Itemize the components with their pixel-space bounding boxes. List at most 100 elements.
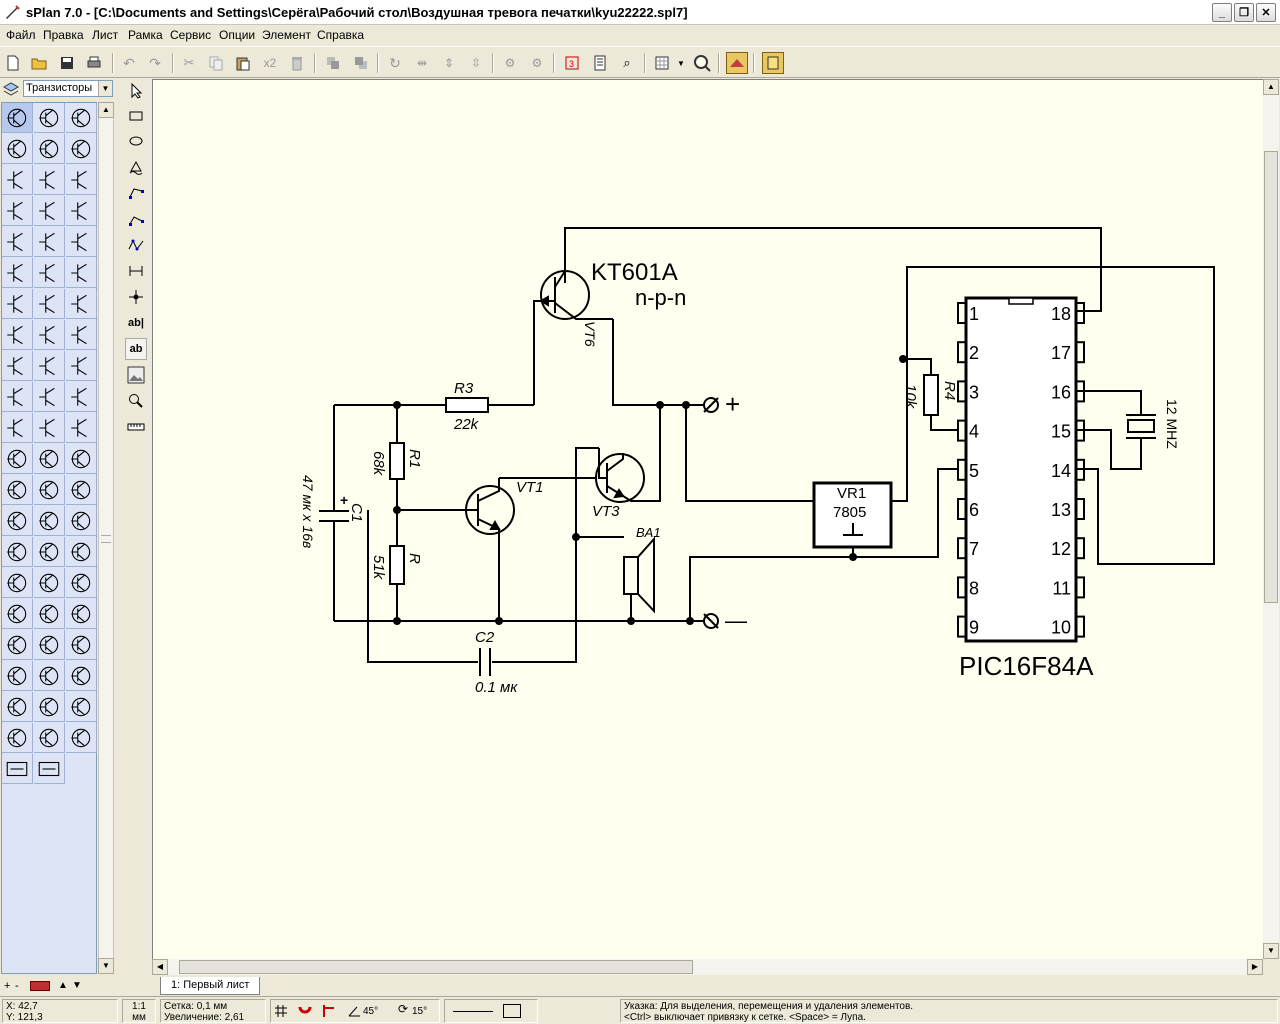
bezier-tool[interactable] bbox=[125, 182, 147, 204]
component-cell[interactable] bbox=[66, 413, 97, 443]
grid-snap-icon[interactable] bbox=[274, 1004, 288, 1018]
mirror-h-button[interactable]: ⇹ bbox=[411, 52, 433, 74]
text-tool[interactable]: ab| bbox=[125, 312, 147, 334]
resistor-r1[interactable] bbox=[389, 442, 405, 480]
component-cell[interactable] bbox=[66, 103, 97, 133]
crystal-12mhz[interactable] bbox=[1126, 414, 1156, 439]
component-cell[interactable] bbox=[2, 754, 33, 784]
ruler-tool[interactable] bbox=[125, 416, 147, 438]
component-cell[interactable] bbox=[66, 661, 97, 691]
cut-button[interactable]: ✂ bbox=[178, 52, 200, 74]
component-cell[interactable] bbox=[2, 568, 33, 598]
component-cell[interactable] bbox=[34, 661, 65, 691]
scroll-left-arrow-icon[interactable]: ◀ bbox=[152, 959, 168, 975]
multiply-button[interactable]: x2 bbox=[259, 52, 281, 74]
delete-button[interactable] bbox=[286, 52, 308, 74]
horizontal-scroll-thumb[interactable] bbox=[179, 960, 693, 974]
component-cell[interactable] bbox=[34, 537, 65, 567]
bring-front-button[interactable] bbox=[322, 52, 344, 74]
speaker-ba1[interactable] bbox=[623, 536, 655, 614]
group-button[interactable]: ⚙ bbox=[499, 52, 521, 74]
component-cell[interactable] bbox=[66, 196, 97, 226]
mirror-v-button[interactable]: ⇕ bbox=[438, 52, 460, 74]
resistor-r3[interactable] bbox=[445, 397, 489, 413]
copy-button[interactable] bbox=[205, 52, 227, 74]
component-cell[interactable] bbox=[34, 630, 65, 660]
component-cell[interactable] bbox=[34, 289, 65, 319]
junction-tool[interactable] bbox=[125, 286, 147, 308]
capacitor-c1[interactable] bbox=[319, 510, 349, 522]
magnifier-tool[interactable] bbox=[125, 390, 147, 412]
move-down-icon[interactable]: ▼ bbox=[72, 980, 82, 991]
resistor-r[interactable] bbox=[389, 545, 405, 585]
component-cell[interactable] bbox=[2, 103, 33, 133]
component-cell[interactable] bbox=[66, 382, 97, 412]
menu-element[interactable]: Элемент bbox=[262, 28, 311, 42]
component-cell[interactable] bbox=[66, 320, 97, 350]
capacitor-c2[interactable] bbox=[479, 648, 491, 676]
component-cell[interactable] bbox=[2, 320, 33, 350]
sheet-tab-1[interactable]: 1: Первый лист bbox=[160, 977, 261, 995]
scroll-down-arrow-icon[interactable]: ▼ bbox=[1263, 943, 1279, 959]
component-cell[interactable] bbox=[66, 723, 97, 753]
component-cell[interactable] bbox=[34, 568, 65, 598]
component-cell[interactable] bbox=[66, 630, 97, 660]
library-scrollbar[interactable]: ▲ ▼ bbox=[98, 102, 114, 974]
component-cell[interactable] bbox=[2, 630, 33, 660]
component-cell[interactable] bbox=[34, 165, 65, 195]
component-cell[interactable] bbox=[34, 475, 65, 505]
component-cell[interactable] bbox=[2, 661, 33, 691]
component-cell[interactable] bbox=[2, 444, 33, 474]
component-cell[interactable] bbox=[34, 196, 65, 226]
component-cell[interactable] bbox=[34, 692, 65, 722]
close-button[interactable]: ✕ bbox=[1256, 3, 1276, 22]
rotate-button[interactable]: ↻ bbox=[384, 52, 406, 74]
component-cell[interactable] bbox=[66, 165, 97, 195]
component-cell[interactable] bbox=[2, 165, 33, 195]
save-button[interactable] bbox=[56, 52, 78, 74]
redo-button[interactable]: ↷ bbox=[144, 52, 166, 74]
ortho-icon[interactable] bbox=[321, 1003, 337, 1019]
component-cell[interactable] bbox=[66, 351, 97, 381]
restore-button[interactable]: ❐ bbox=[1234, 3, 1254, 22]
component-cell[interactable] bbox=[66, 444, 97, 474]
page-button[interactable] bbox=[762, 52, 784, 74]
component-cell[interactable] bbox=[66, 599, 97, 629]
terminal-plus[interactable] bbox=[703, 397, 719, 413]
menu-edit[interactable]: Правка bbox=[43, 28, 84, 42]
transistor-vt1[interactable] bbox=[465, 478, 515, 535]
drawing-canvas[interactable]: KT601A n-p-n VT6 R3 22k R1 68k R 51k C1 … bbox=[152, 79, 1263, 959]
component-cell[interactable] bbox=[34, 227, 65, 257]
zoom-button[interactable] bbox=[691, 52, 713, 74]
mirror-v2-button[interactable]: ⇳ bbox=[465, 52, 487, 74]
open-button[interactable] bbox=[28, 52, 50, 74]
component-cell[interactable] bbox=[34, 413, 65, 443]
component-cell[interactable] bbox=[2, 227, 33, 257]
component-cell[interactable] bbox=[34, 506, 65, 536]
component-cell[interactable] bbox=[66, 258, 97, 288]
component-cell[interactable] bbox=[34, 599, 65, 629]
grid-button[interactable] bbox=[651, 52, 673, 74]
component-cell[interactable] bbox=[66, 537, 97, 567]
scroll-down-arrow-icon[interactable]: ▼ bbox=[98, 958, 114, 974]
menu-frame[interactable]: Рамка bbox=[128, 28, 163, 42]
menu-service[interactable]: Сервис bbox=[170, 28, 211, 42]
resistor-r4[interactable] bbox=[923, 374, 939, 416]
component-cell[interactable] bbox=[2, 506, 33, 536]
component-cell[interactable] bbox=[34, 754, 65, 784]
menu-help[interactable]: Справка bbox=[317, 28, 364, 42]
line-style-panel[interactable] bbox=[444, 999, 538, 1023]
component-cell[interactable] bbox=[34, 351, 65, 381]
remove-icon[interactable]: - bbox=[15, 980, 19, 992]
component-cell[interactable] bbox=[66, 289, 97, 319]
ungroup-button[interactable]: ⚙ bbox=[526, 52, 548, 74]
scroll-up-arrow-icon[interactable]: ▲ bbox=[1263, 79, 1279, 95]
menu-file[interactable]: Файл bbox=[6, 28, 36, 42]
component-cell[interactable] bbox=[2, 134, 33, 164]
dimension-tool[interactable] bbox=[125, 260, 147, 282]
new-button[interactable] bbox=[2, 52, 24, 74]
numbering-button[interactable]: 3 bbox=[561, 52, 583, 74]
canvas-horizontal-scrollbar[interactable]: ◀ ▶ bbox=[152, 959, 1263, 975]
component-cell[interactable] bbox=[66, 227, 97, 257]
component-cell[interactable] bbox=[34, 382, 65, 412]
